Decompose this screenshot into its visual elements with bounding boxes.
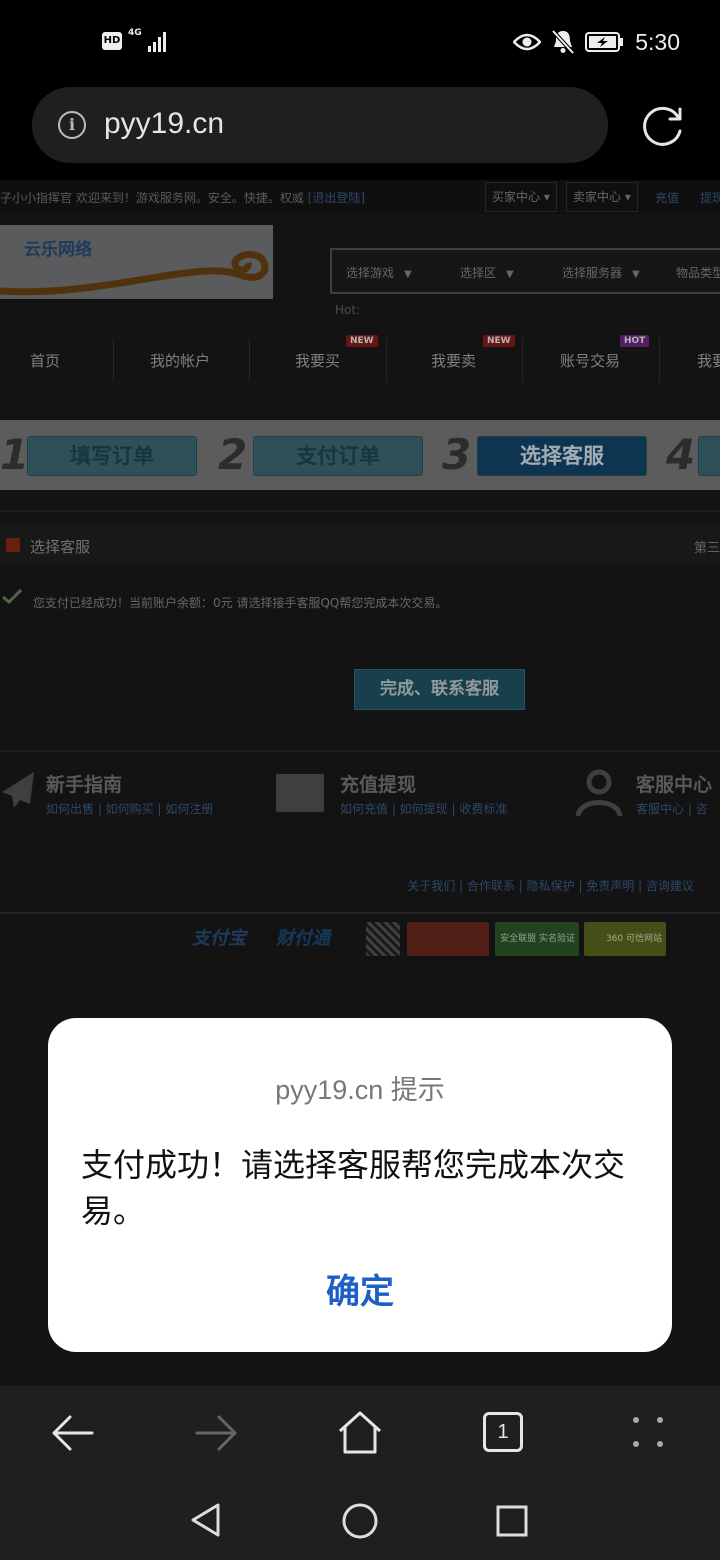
system-nav-bar — [0, 1480, 720, 1560]
eye-icon — [513, 33, 542, 51]
ok-button[interactable]: 确定 — [48, 1264, 672, 1313]
hd-icon: HD — [102, 32, 122, 50]
info-icon[interactable]: i — [58, 111, 86, 139]
signal-icon — [142, 28, 168, 52]
status-right: 5:30 — [513, 26, 680, 58]
status-bar: HD 4G 5:30 — [0, 0, 720, 84]
alert-dialog: pyy19.cn 提示 支付成功！请选择客服帮您完成本次交易。 确定 — [48, 1018, 672, 1352]
nav-home-icon[interactable] — [341, 1502, 379, 1540]
address-bar[interactable]: i pyy19.cn — [32, 87, 608, 163]
menu-dots-icon[interactable] — [626, 1410, 672, 1456]
bell-mute-icon — [551, 29, 575, 55]
browser-toolbar: 1 — [0, 1386, 720, 1480]
network-type: 4G — [128, 28, 142, 38]
nav-back-icon[interactable] — [188, 1502, 224, 1538]
dialog-message: 支付成功！请选择客服帮您完成本次交易。 — [81, 1146, 626, 1230]
clock: 5:30 — [635, 28, 680, 55]
tabs-button[interactable]: 1 — [483, 1412, 523, 1452]
reload-icon[interactable] — [640, 103, 686, 149]
back-icon[interactable] — [50, 1410, 96, 1456]
battery-charging-icon — [585, 32, 624, 52]
dialog-title: pyy19.cn 提示 — [275, 1075, 445, 1105]
home-icon[interactable] — [337, 1410, 383, 1456]
url-text[interactable]: pyy19.cn — [104, 107, 224, 141]
nav-recents-icon[interactable] — [495, 1504, 529, 1538]
forward-icon[interactable] — [193, 1410, 239, 1456]
